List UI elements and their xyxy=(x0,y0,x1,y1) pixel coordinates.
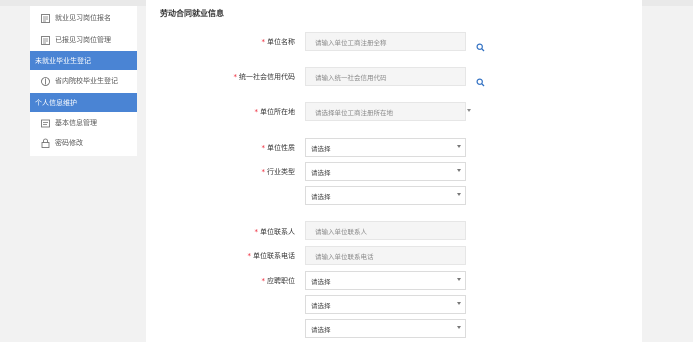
sidebar-item-internship-apply[interactable]: 就业见习岗位报名 xyxy=(30,8,137,28)
unit-region-label: * 单位所在地 xyxy=(254,108,296,116)
page: 就业见习岗位报名 已报见习岗位管理 未就业毕业生登记 省内院校毕业生登记 个人信… xyxy=(0,0,693,342)
sidebar-item-provincial-graduate[interactable]: 省内院校毕业生登记 xyxy=(30,71,137,91)
contact-input[interactable]: 请输入单位联系人 xyxy=(305,221,466,240)
position-value-3: 请选择 xyxy=(311,325,331,334)
sidebar-item-label: 基本信息管理 xyxy=(55,119,97,127)
chevron-down-icon xyxy=(457,193,461,196)
chevron-down-icon xyxy=(457,145,461,148)
sidebar-section-unemployed[interactable]: 未就业毕业生登记 xyxy=(30,51,137,70)
sidebar-item-label: 就业见习岗位报名 xyxy=(55,14,111,22)
position-label: * 应聘职位 xyxy=(261,277,296,285)
sidebar-item-internship-manage[interactable]: 已报见习岗位管理 xyxy=(30,30,137,50)
credit-code-input[interactable]: 请输入统一社会信用代码 xyxy=(305,67,466,86)
position-value-1: 请选择 xyxy=(311,277,331,286)
credit-code-label: * 统一社会信用代码 xyxy=(233,73,296,81)
sidebar-item-basic-info[interactable]: 基本信息管理 xyxy=(30,113,137,133)
unit-name-input[interactable]: 请输入单位工商注册全称 xyxy=(305,32,466,51)
industry-label: * 行业类型 xyxy=(261,168,296,176)
chevron-down-icon xyxy=(467,109,471,112)
sidebar-item-label: 密码修改 xyxy=(55,139,83,147)
sidebar-item-password[interactable]: 密码修改 xyxy=(30,133,137,153)
position-select-1[interactable]: 请选择 xyxy=(305,271,466,290)
unit-nature-select[interactable]: 请选择 xyxy=(305,138,466,157)
chevron-down-icon xyxy=(457,326,461,329)
industry-select-1[interactable]: 请选择 xyxy=(305,162,466,181)
sidebar: 就业见习岗位报名 已报见习岗位管理 未就业毕业生登记 省内院校毕业生登记 个人信… xyxy=(30,6,137,156)
position-value-2: 请选择 xyxy=(311,301,331,310)
phone-label: * 单位联系电话 xyxy=(247,252,296,260)
contact-label: * 单位联系人 xyxy=(254,228,296,236)
phone-input[interactable]: 请输入单位联系电话 xyxy=(305,246,466,265)
position-select-3[interactable]: 请选择 xyxy=(305,319,466,338)
section-title: 劳动合同就业信息 xyxy=(160,9,224,18)
position-select-2[interactable]: 请选择 xyxy=(305,295,466,314)
search-icon[interactable] xyxy=(476,72,486,87)
industry-value-2: 请选择 xyxy=(311,192,331,201)
sidebar-item-label: 已报见习岗位管理 xyxy=(55,36,111,44)
unit-region-select[interactable]: 请选择单位工商注册所在地 xyxy=(305,102,466,121)
chevron-down-icon xyxy=(457,278,461,281)
form-icon xyxy=(40,13,50,23)
id-card-icon xyxy=(40,118,50,128)
sidebar-item-label: 省内院校毕业生登记 xyxy=(55,77,118,85)
form-icon xyxy=(40,35,50,45)
unit-name-label: * 单位名称 xyxy=(261,38,296,46)
chevron-down-icon xyxy=(457,169,461,172)
chevron-down-icon xyxy=(457,302,461,305)
lock-icon xyxy=(40,138,50,148)
employment-form: 劳动合同就业信息 * 单位名称 请输入单位工商注册全称 * 统一社会信用代码 请输入… xyxy=(146,0,642,342)
search-icon[interactable] xyxy=(476,37,486,52)
unit-nature-value: 请选择 xyxy=(311,144,331,153)
industry-select-2[interactable]: 请选择 xyxy=(305,186,466,205)
unit-nature-label: * 单位性质 xyxy=(261,144,296,152)
industry-value-1: 请选择 xyxy=(311,168,331,177)
sidebar-section-personal[interactable]: 个人信息维护 xyxy=(30,93,137,112)
location-icon xyxy=(40,76,50,86)
